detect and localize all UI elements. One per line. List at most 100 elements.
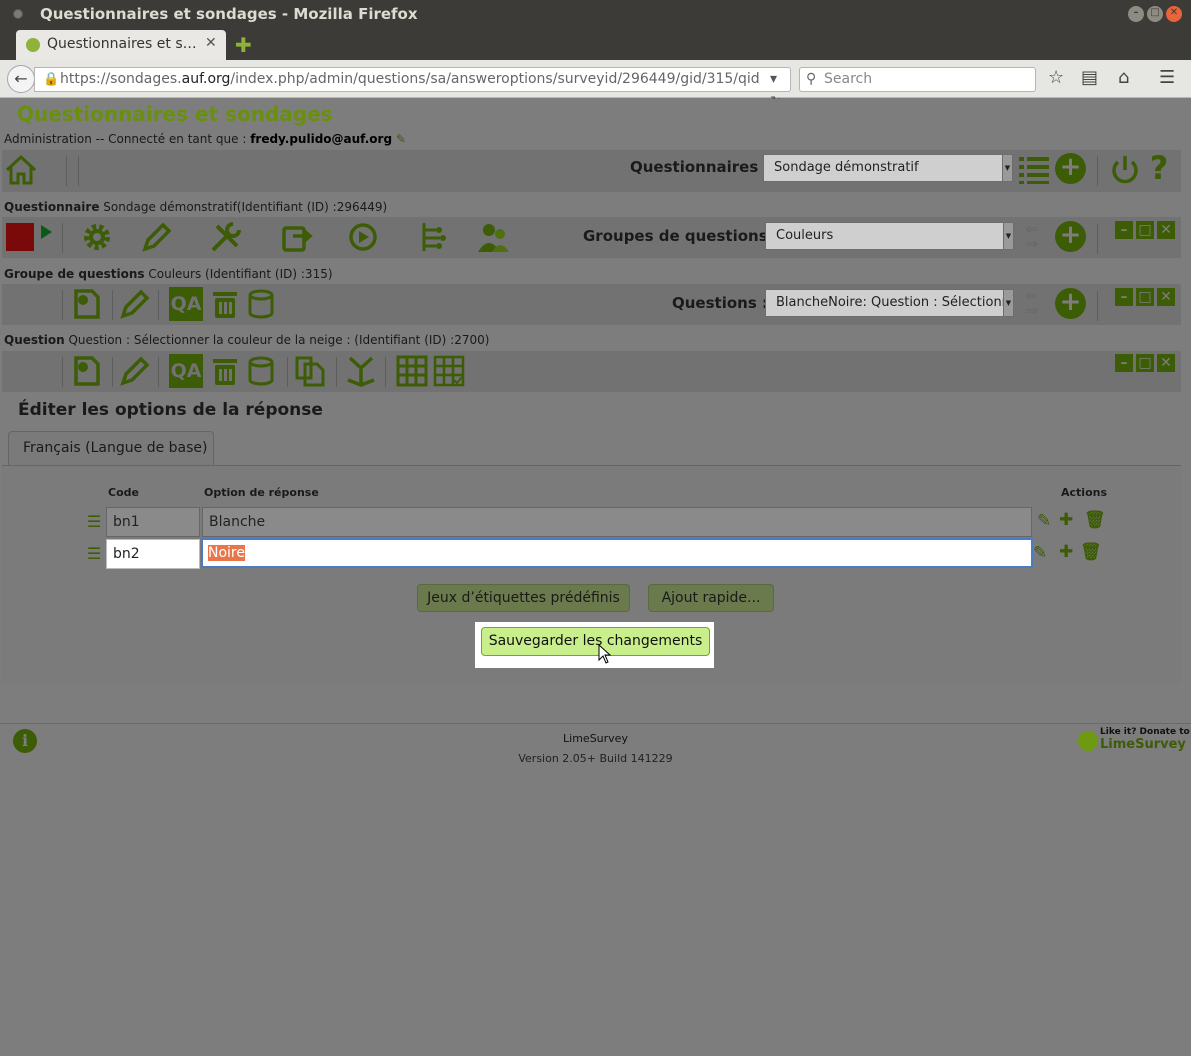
list-surveys-icon[interactable] bbox=[1017, 152, 1051, 186]
bookmark-star-icon[interactable]: ☆ bbox=[1048, 67, 1064, 88]
panel-window-controls: – □ ✕ bbox=[1115, 354, 1178, 372]
donate-text: Like it? Donate to bbox=[1100, 727, 1190, 737]
toolbar-separator bbox=[287, 357, 288, 387]
toolbar-separator bbox=[112, 357, 113, 387]
predefined-label-sets-button[interactable]: Jeux d’étiquettes prédéfinis bbox=[417, 584, 630, 612]
answer-option-field[interactable]: Noire bbox=[201, 538, 1033, 568]
dropdown-arrow-icon: ▼ bbox=[1002, 155, 1012, 181]
add-row-icon[interactable]: ✚ bbox=[1059, 510, 1073, 530]
close-panel-icon[interactable]: ✕ bbox=[1157, 221, 1175, 239]
logout-icon[interactable] bbox=[1108, 153, 1142, 187]
edit-row-icon[interactable]: ✎ bbox=[1033, 543, 1047, 563]
edit-row-icon[interactable]: ✎ bbox=[1037, 511, 1051, 531]
edit-user-icon[interactable]: ✎ bbox=[396, 132, 406, 146]
conditions-icon[interactable] bbox=[344, 354, 378, 388]
home-icon[interactable]: ⌂ bbox=[1118, 67, 1129, 88]
participants-icon[interactable] bbox=[476, 220, 510, 254]
question-nav-arrows-icon[interactable]: ⇐ ⇒ bbox=[1025, 288, 1038, 319]
delete-row-icon[interactable]: 🗑 bbox=[1084, 510, 1106, 530]
survey-select-label: Questionnaires : bbox=[630, 158, 770, 176]
lime-logo-icon bbox=[1078, 731, 1098, 751]
maximize-button[interactable]: □ bbox=[1147, 6, 1163, 22]
column-header-actions: Actions bbox=[1061, 486, 1107, 499]
minimize-panel-icon[interactable]: – bbox=[1115, 288, 1133, 306]
help-icon[interactable]: ? bbox=[1147, 151, 1171, 185]
close-panel-icon[interactable]: ✕ bbox=[1157, 354, 1175, 372]
minimize-panel-icon[interactable]: – bbox=[1115, 221, 1133, 239]
drag-handle-icon[interactable]: ☰ bbox=[84, 543, 104, 565]
responses-icon[interactable] bbox=[347, 220, 381, 254]
delete-group-icon[interactable] bbox=[208, 287, 242, 321]
admin-user[interactable]: fredy.pulido@auf.org bbox=[250, 132, 392, 146]
question-settings-icon[interactable] bbox=[70, 354, 104, 388]
connected-as-text: -- Connecté en tant que : bbox=[91, 132, 251, 146]
edit-group-pencil-icon[interactable] bbox=[118, 287, 152, 321]
toolbar-separator bbox=[62, 357, 63, 387]
edit-subquestions-grid-icon[interactable] bbox=[395, 354, 429, 388]
page-title: Éditer les options de la réponse bbox=[18, 400, 323, 420]
group-nav-arrows-icon[interactable]: ⇐ ⇒ bbox=[1025, 221, 1038, 252]
window-menu-icon[interactable] bbox=[13, 9, 23, 19]
panel-window-controls: – □ ✕ bbox=[1115, 288, 1178, 306]
delete-row-icon[interactable]: 🗑 bbox=[1080, 542, 1102, 562]
survey-structure-icon[interactable] bbox=[416, 220, 450, 254]
drag-handle-icon[interactable]: ☰ bbox=[84, 511, 104, 533]
search-input[interactable]: ⚲ Search bbox=[799, 67, 1036, 92]
admin-label: Administration bbox=[4, 132, 92, 146]
search-placeholder: Search bbox=[824, 71, 873, 87]
donate-link[interactable]: Like it? Donate to LimeSurvey bbox=[1078, 727, 1190, 755]
copy-question-icon[interactable] bbox=[293, 354, 327, 388]
survey-select[interactable]: Sondage démonstratif ▼ bbox=[763, 154, 1013, 182]
dropdown-arrow-icon: ▼ bbox=[1003, 223, 1013, 249]
window-title: Questionnaires et sondages - Mozilla Fir… bbox=[40, 5, 418, 23]
back-button[interactable]: ← bbox=[7, 65, 35, 93]
edit-survey-pencil-icon[interactable] bbox=[140, 220, 182, 254]
display-export-icon[interactable] bbox=[279, 220, 313, 254]
close-tab-icon[interactable]: ✕ bbox=[205, 35, 217, 51]
stop-survey-icon[interactable] bbox=[6, 223, 34, 251]
survey-section-label: Questionnaire Sondage démonstratif(Ident… bbox=[4, 200, 388, 214]
close-panel-icon[interactable]: ✕ bbox=[1157, 288, 1175, 306]
menu-icon[interactable]: ☰ bbox=[1159, 67, 1175, 88]
home-icon[interactable] bbox=[4, 153, 38, 187]
new-tab-button[interactable]: ✚ bbox=[235, 33, 252, 57]
url-bar[interactable]: 🔒 https://sondages.auf.org/index.php/adm… bbox=[34, 67, 791, 110]
edit-answer-options-grid-icon[interactable] bbox=[432, 354, 466, 388]
group-select[interactable]: Couleurs ▼ bbox=[765, 222, 1014, 250]
question-select[interactable]: BlancheNoire: Question : Sélectionne ▼ bbox=[765, 289, 1014, 317]
search-icon: ⚲ bbox=[806, 71, 817, 87]
browser-tab[interactable]: Questionnaires et s… ✕ bbox=[16, 30, 226, 60]
minimize-panel-icon[interactable]: – bbox=[1115, 354, 1133, 372]
tools-icon[interactable] bbox=[209, 220, 243, 254]
export-question-icon[interactable] bbox=[246, 354, 280, 388]
question-quotas-qa-icon[interactable]: QA bbox=[169, 354, 203, 388]
maximize-panel-icon[interactable]: □ bbox=[1136, 354, 1154, 372]
tab-language-french[interactable]: Français (Langue de base) bbox=[8, 431, 214, 465]
export-group-icon[interactable] bbox=[246, 287, 280, 321]
add-group-button[interactable]: + bbox=[1055, 221, 1086, 252]
add-row-icon[interactable]: ✚ bbox=[1059, 542, 1073, 562]
toolbar-separator bbox=[62, 223, 63, 253]
save-button[interactable]: Sauvegarder les changements bbox=[481, 627, 710, 656]
add-survey-button[interactable]: + bbox=[1055, 153, 1086, 184]
execute-survey-icon[interactable] bbox=[41, 225, 52, 239]
survey-settings-gear-icon[interactable] bbox=[80, 220, 114, 254]
add-question-button[interactable]: + bbox=[1055, 288, 1086, 319]
save-button-highlight: Sauvegarder les changements bbox=[475, 622, 714, 668]
toolbar-separator bbox=[336, 357, 337, 387]
toolbar-separator bbox=[66, 156, 67, 186]
answer-option-field[interactable]: Blanche bbox=[202, 507, 1032, 537]
close-window-button[interactable]: ✕ bbox=[1166, 6, 1182, 22]
code-field[interactable]: bn1 bbox=[106, 507, 200, 537]
reading-list-icon[interactable]: ▤ bbox=[1081, 67, 1098, 88]
minimize-button[interactable]: – bbox=[1128, 6, 1144, 22]
group-quotas-qa-icon[interactable]: QA bbox=[169, 287, 203, 321]
delete-question-icon[interactable] bbox=[208, 354, 242, 388]
quick-add-button[interactable]: Ajout rapide... bbox=[648, 584, 774, 612]
maximize-panel-icon[interactable]: □ bbox=[1136, 221, 1154, 239]
edit-question-pencil-icon[interactable] bbox=[118, 354, 152, 388]
code-field[interactable]: bn2 bbox=[106, 539, 200, 569]
toolbar-separator bbox=[385, 357, 386, 387]
maximize-panel-icon[interactable]: □ bbox=[1136, 288, 1154, 306]
group-settings-icon[interactable] bbox=[70, 287, 104, 321]
